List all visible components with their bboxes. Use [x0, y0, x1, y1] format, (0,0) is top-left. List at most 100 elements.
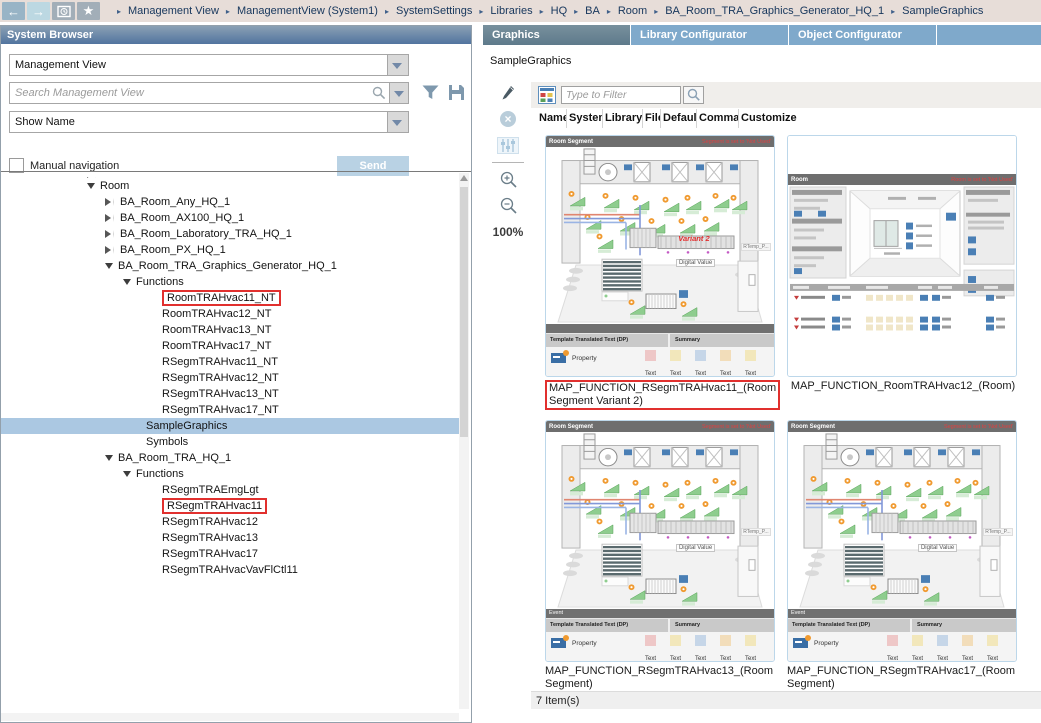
thumb-header-title: Room Segment: [791, 424, 835, 430]
tree-item-RoomTRAHvac13_NT[interactable]: RoomTRAHvac13_NT: [1, 322, 461, 338]
tree-item-RSegmTRAHvac17_NT[interactable]: RSegmTRAHvac17_NT: [1, 402, 461, 418]
save-icon[interactable]: [448, 84, 465, 106]
chevron-down-icon[interactable]: [387, 112, 408, 132]
graphic-thumbnail-rsegmtrahvac17[interactable]: Room Segment Segment is set to 'Not Used'…: [787, 420, 1017, 662]
back-icon[interactable]: ←: [2, 2, 25, 20]
tree-item-Functions[interactable]: Functions: [1, 274, 461, 290]
tree-item-BA_Room_AX100_HQ_1[interactable]: BA_Room_AX100_HQ_1: [1, 210, 461, 226]
summary-label: Summary: [670, 619, 774, 632]
column-header-default[interactable]: Default: [661, 109, 697, 128]
tree-item-RSegmTRAHvacVavFlCtl11[interactable]: RSegmTRAHvacVavFlCtl11: [1, 562, 461, 578]
system-browser-title: System Browser: [1, 26, 471, 44]
view-mode-grid-icon[interactable]: [538, 86, 556, 109]
thumb-header-status: Segment is set to 'Not Used': [944, 424, 1013, 430]
history-icon[interactable]: [52, 2, 75, 20]
tree-item-RSegmTRAHvac11[interactable]: RSegmTRAHvac11: [1, 498, 461, 514]
settings-sliders-icon[interactable]: [486, 132, 530, 158]
tree-item-BA_Room_PX_HQ_1[interactable]: BA_Room_PX_HQ_1: [1, 242, 461, 258]
breadcrumb-separator-icon: ▸: [226, 7, 230, 16]
graphic-thumbnail-rsegmtrahvac13[interactable]: Room SegmentSegment is set to 'Not Used'…: [545, 420, 775, 662]
breadcrumb-separator-icon: ▸: [385, 7, 389, 16]
tab-graphics[interactable]: Graphics: [483, 25, 631, 45]
tree-item-RSegmTRAHvac12_NT[interactable]: RSegmTRAHvac12_NT: [1, 370, 461, 386]
breadcrumb-item[interactable]: ManagementView (System1): [237, 5, 378, 17]
rtemp-label: RTemp_P...: [741, 243, 770, 251]
thumb-header-title: Room: [791, 177, 808, 183]
search-options-icon[interactable]: [389, 82, 409, 104]
tree-horizontal-scrollbar[interactable]: [1, 713, 459, 721]
tree-item-RSegmTRAEmgLgt[interactable]: RSegmTRAEmgLgt: [1, 482, 461, 498]
column-header-library[interactable]: Library: [603, 109, 643, 128]
expand-icon[interactable]: [105, 214, 114, 222]
breadcrumb-separator-icon: ▸: [117, 7, 121, 16]
tree-item-RSegmTRAHvac13[interactable]: RSegmTRAHvac13: [1, 530, 461, 546]
breadcrumb-item[interactable]: SampleGraphics: [902, 5, 983, 17]
tree-item-BA_Room_Laboratory_TRA_HQ_1[interactable]: BA_Room_Laboratory_TRA_HQ_1: [1, 226, 461, 242]
tree-item-RSegmTRAHvac13_NT[interactable]: RSegmTRAHvac13_NT: [1, 386, 461, 402]
digital-value-label: Digital Value: [676, 544, 715, 552]
collapse-icon[interactable]: [123, 471, 131, 477]
breadcrumb-item[interactable]: BA_Room_TRA_Graphics_Generator_HQ_1: [665, 5, 884, 17]
chevron-down-icon[interactable]: [387, 55, 408, 75]
column-header-command[interactable]: Command: [697, 109, 739, 128]
collapse-icon[interactable]: [105, 455, 113, 461]
tree-item-SampleGraphics[interactable]: SampleGraphics: [1, 418, 461, 434]
column-header-system[interactable]: System: [567, 109, 603, 128]
breadcrumb-item[interactable]: Room: [618, 5, 647, 17]
filter-input[interactable]: [561, 86, 681, 104]
zoom-in-icon[interactable]: [486, 167, 530, 193]
thumbnail-caption: MAP_FUNCTION_RSegmTRAHvac17_(Room Segmen…: [787, 665, 1019, 691]
tree-item-RSegmTRAHvac17[interactable]: RSegmTRAHvac17: [1, 546, 461, 562]
event-bar: Event: [788, 609, 1016, 618]
graphic-thumbnail-rsegmtrahvac11[interactable]: Room SegmentSegment is set to 'Not Used'…: [545, 135, 775, 377]
filter-icon[interactable]: [421, 84, 440, 106]
tab-library-configurator[interactable]: Library Configurator: [631, 25, 789, 45]
breadcrumb-item[interactable]: Management View: [128, 5, 219, 17]
tree-item-BA_Room_TRA_Graphics_Generator_HQ_1[interactable]: BA_Room_TRA_Graphics_Generator_HQ_1: [1, 258, 461, 274]
filter-toolbar: [531, 82, 1041, 108]
expand-icon[interactable]: [105, 230, 114, 238]
view-selector-dropdown[interactable]: Management View: [9, 54, 409, 76]
expand-icon[interactable]: [105, 246, 114, 254]
thumb-header-title: Room Segment: [549, 424, 593, 430]
tree-item-RSegmTRAHvac11_NT[interactable]: RSegmTRAHvac11_NT: [1, 354, 461, 370]
tree-item-Symbols[interactable]: Symbols: [1, 434, 461, 450]
collapse-icon[interactable]: [87, 183, 95, 189]
forward-icon[interactable]: →: [27, 2, 50, 20]
graphic-thumbnail-roomtrahvac12[interactable]: RoomRoom is set to 'Not Used': [787, 135, 1017, 377]
tree-item-RoomTRAHvac12_NT[interactable]: RoomTRAHvac12_NT: [1, 306, 461, 322]
tree-item-RSegmTRAHvac12[interactable]: RSegmTRAHvac12: [1, 514, 461, 530]
breadcrumb-separator-icon: ▸: [654, 7, 658, 16]
column-header-customize[interactable]: Customize: [739, 109, 801, 128]
tab-object-configurator[interactable]: Object Configurator: [789, 25, 937, 45]
tree-item-BA_Room_Any_HQ_1[interactable]: BA_Room_Any_HQ_1: [1, 194, 461, 210]
scroll-up-icon[interactable]: [460, 175, 468, 181]
collapse-icon[interactable]: [123, 279, 131, 285]
tree-item-Room[interactable]: Room: [1, 178, 461, 194]
column-header-file[interactable]: File: [643, 109, 661, 128]
tree-item-BA_Room_TRA_HQ_1[interactable]: BA_Room_TRA_HQ_1: [1, 450, 461, 466]
display-mode-dropdown[interactable]: Show Name: [9, 111, 409, 133]
breadcrumb-item[interactable]: SystemSettings: [396, 5, 472, 17]
breadcrumb-item[interactable]: HQ: [551, 5, 568, 17]
rtemp-label: RTemp_P...: [983, 528, 1012, 536]
tree-vertical-scrollbar[interactable]: [459, 173, 469, 709]
view-selector-value: Management View: [15, 59, 106, 71]
breadcrumb-item[interactable]: Libraries: [490, 5, 532, 17]
expand-icon[interactable]: [105, 198, 114, 206]
zoom-out-icon[interactable]: [486, 193, 530, 219]
clear-icon[interactable]: ×: [486, 106, 530, 132]
tree-item-Functions[interactable]: Functions: [1, 466, 461, 482]
collapse-icon[interactable]: [105, 263, 113, 269]
filter-search-button[interactable]: [683, 86, 704, 104]
favorites-icon[interactable]: ★: [77, 2, 100, 20]
breadcrumb-item[interactable]: BA: [585, 5, 600, 17]
search-input[interactable]: [9, 82, 409, 104]
edit-pen-icon[interactable]: [486, 80, 530, 106]
tree-item-RoomTRAHvac17_NT[interactable]: RoomTRAHvac17_NT: [1, 338, 461, 354]
tree-item-RoomTRAHvac11_NT[interactable]: RoomTRAHvac11_NT: [1, 290, 461, 306]
template-label: Template Translated Text (DP): [546, 619, 670, 632]
column-header-name[interactable]: Name: [537, 109, 567, 128]
event-bar: Event: [546, 609, 774, 618]
event-bar: [546, 324, 774, 333]
